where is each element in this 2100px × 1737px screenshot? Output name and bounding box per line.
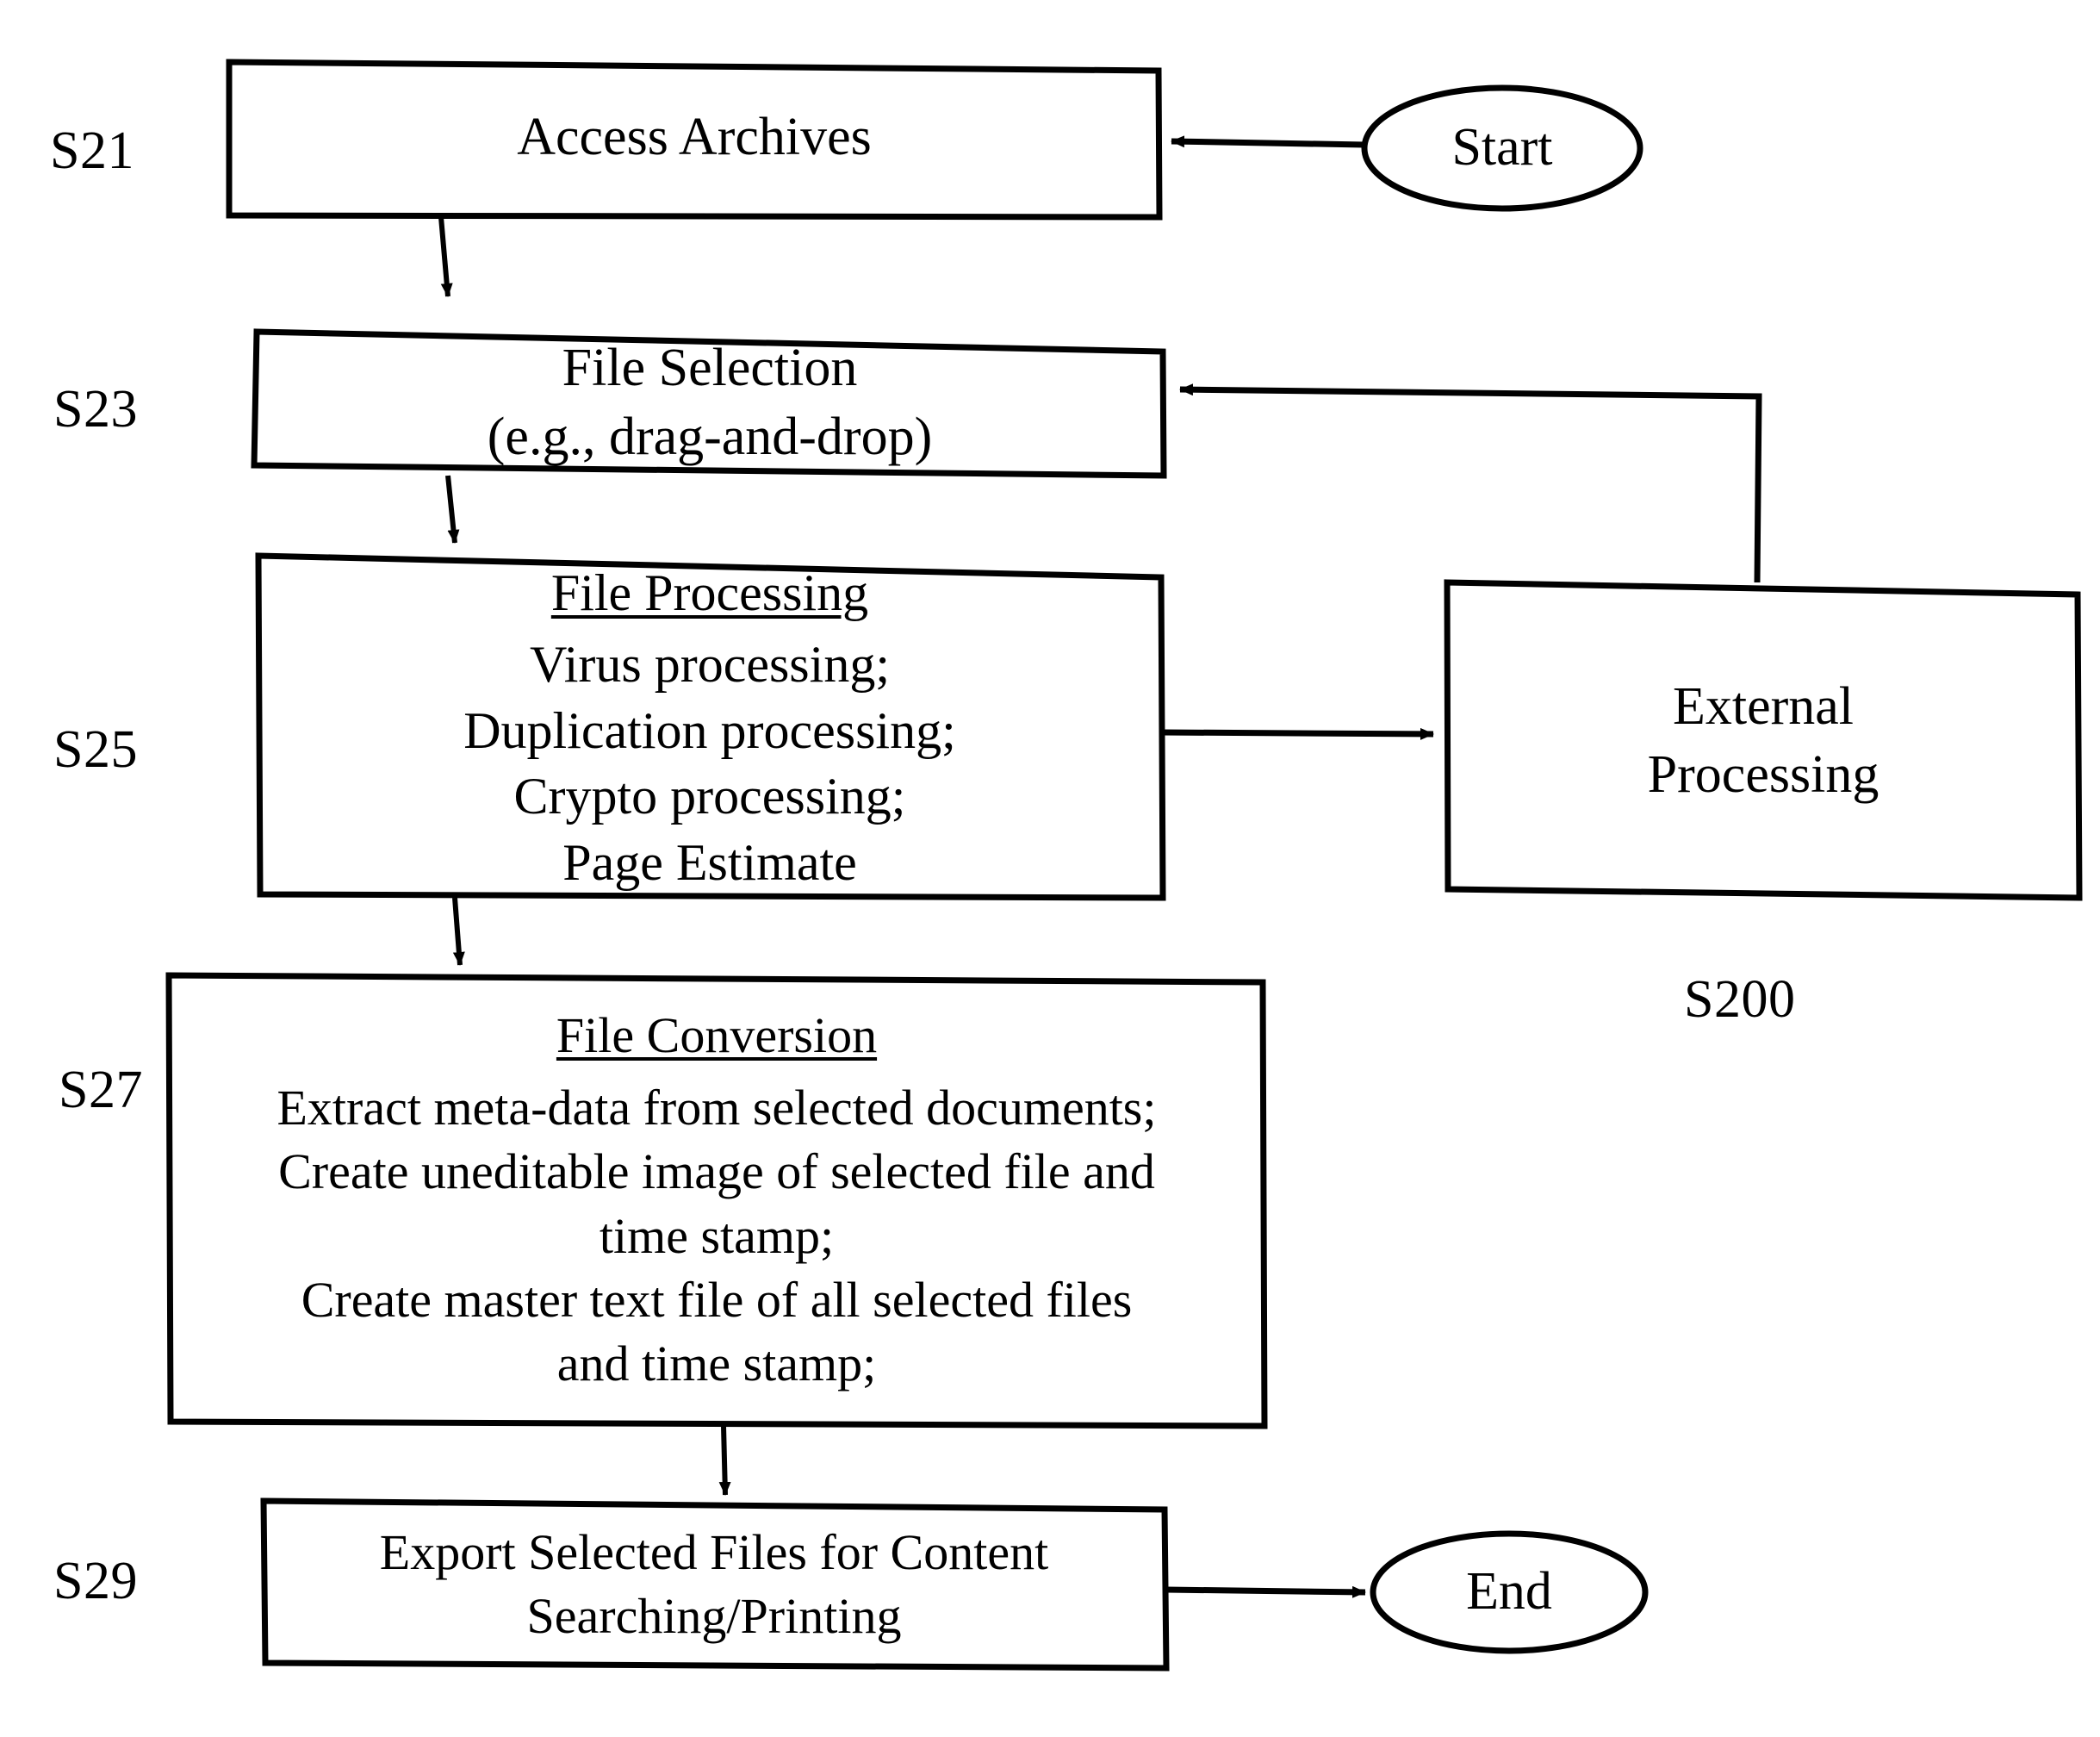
step-label-s29: S29 — [53, 1552, 138, 1610]
node-shape-file-conversion — [165, 972, 1268, 1429]
edge-access-archives-to-file-selection — [438, 216, 453, 297]
edge-start-to-access-archives — [1171, 135, 1365, 148]
node-shape-end — [1370, 1530, 1649, 1654]
edge-export-files-to-end — [1165, 1585, 1366, 1598]
step-label-s27: S27 — [59, 1061, 143, 1119]
edge-file-selection-to-file-processing — [445, 475, 460, 544]
node-shape-access-archives — [226, 59, 1163, 221]
edge-file-conversion-to-export-files — [718, 1425, 731, 1496]
flowchart-vector-layer — [165, 59, 2083, 1672]
node-shape-external-processing — [1444, 579, 2083, 901]
edge-external-processing-to-file-selection — [1179, 383, 1762, 583]
step-label-s21: S21 — [50, 121, 134, 180]
step-label-s23: S23 — [53, 380, 138, 439]
node-shape-file-processing — [255, 552, 1166, 901]
edge-file-processing-to-external-processing — [1160, 727, 1434, 740]
step-label-s25: S25 — [53, 720, 138, 779]
flowchart-canvas: S21 S23 S25 S27 S29 S200 Start Access Ar… — [0, 0, 2100, 1737]
step-label-s200: S200 — [1684, 970, 1796, 1029]
edge-file-processing-to-file-conversion — [452, 897, 465, 966]
node-shape-start — [1361, 84, 1643, 212]
node-shape-file-selection — [251, 328, 1167, 479]
node-shape-export-files — [260, 1497, 1170, 1672]
